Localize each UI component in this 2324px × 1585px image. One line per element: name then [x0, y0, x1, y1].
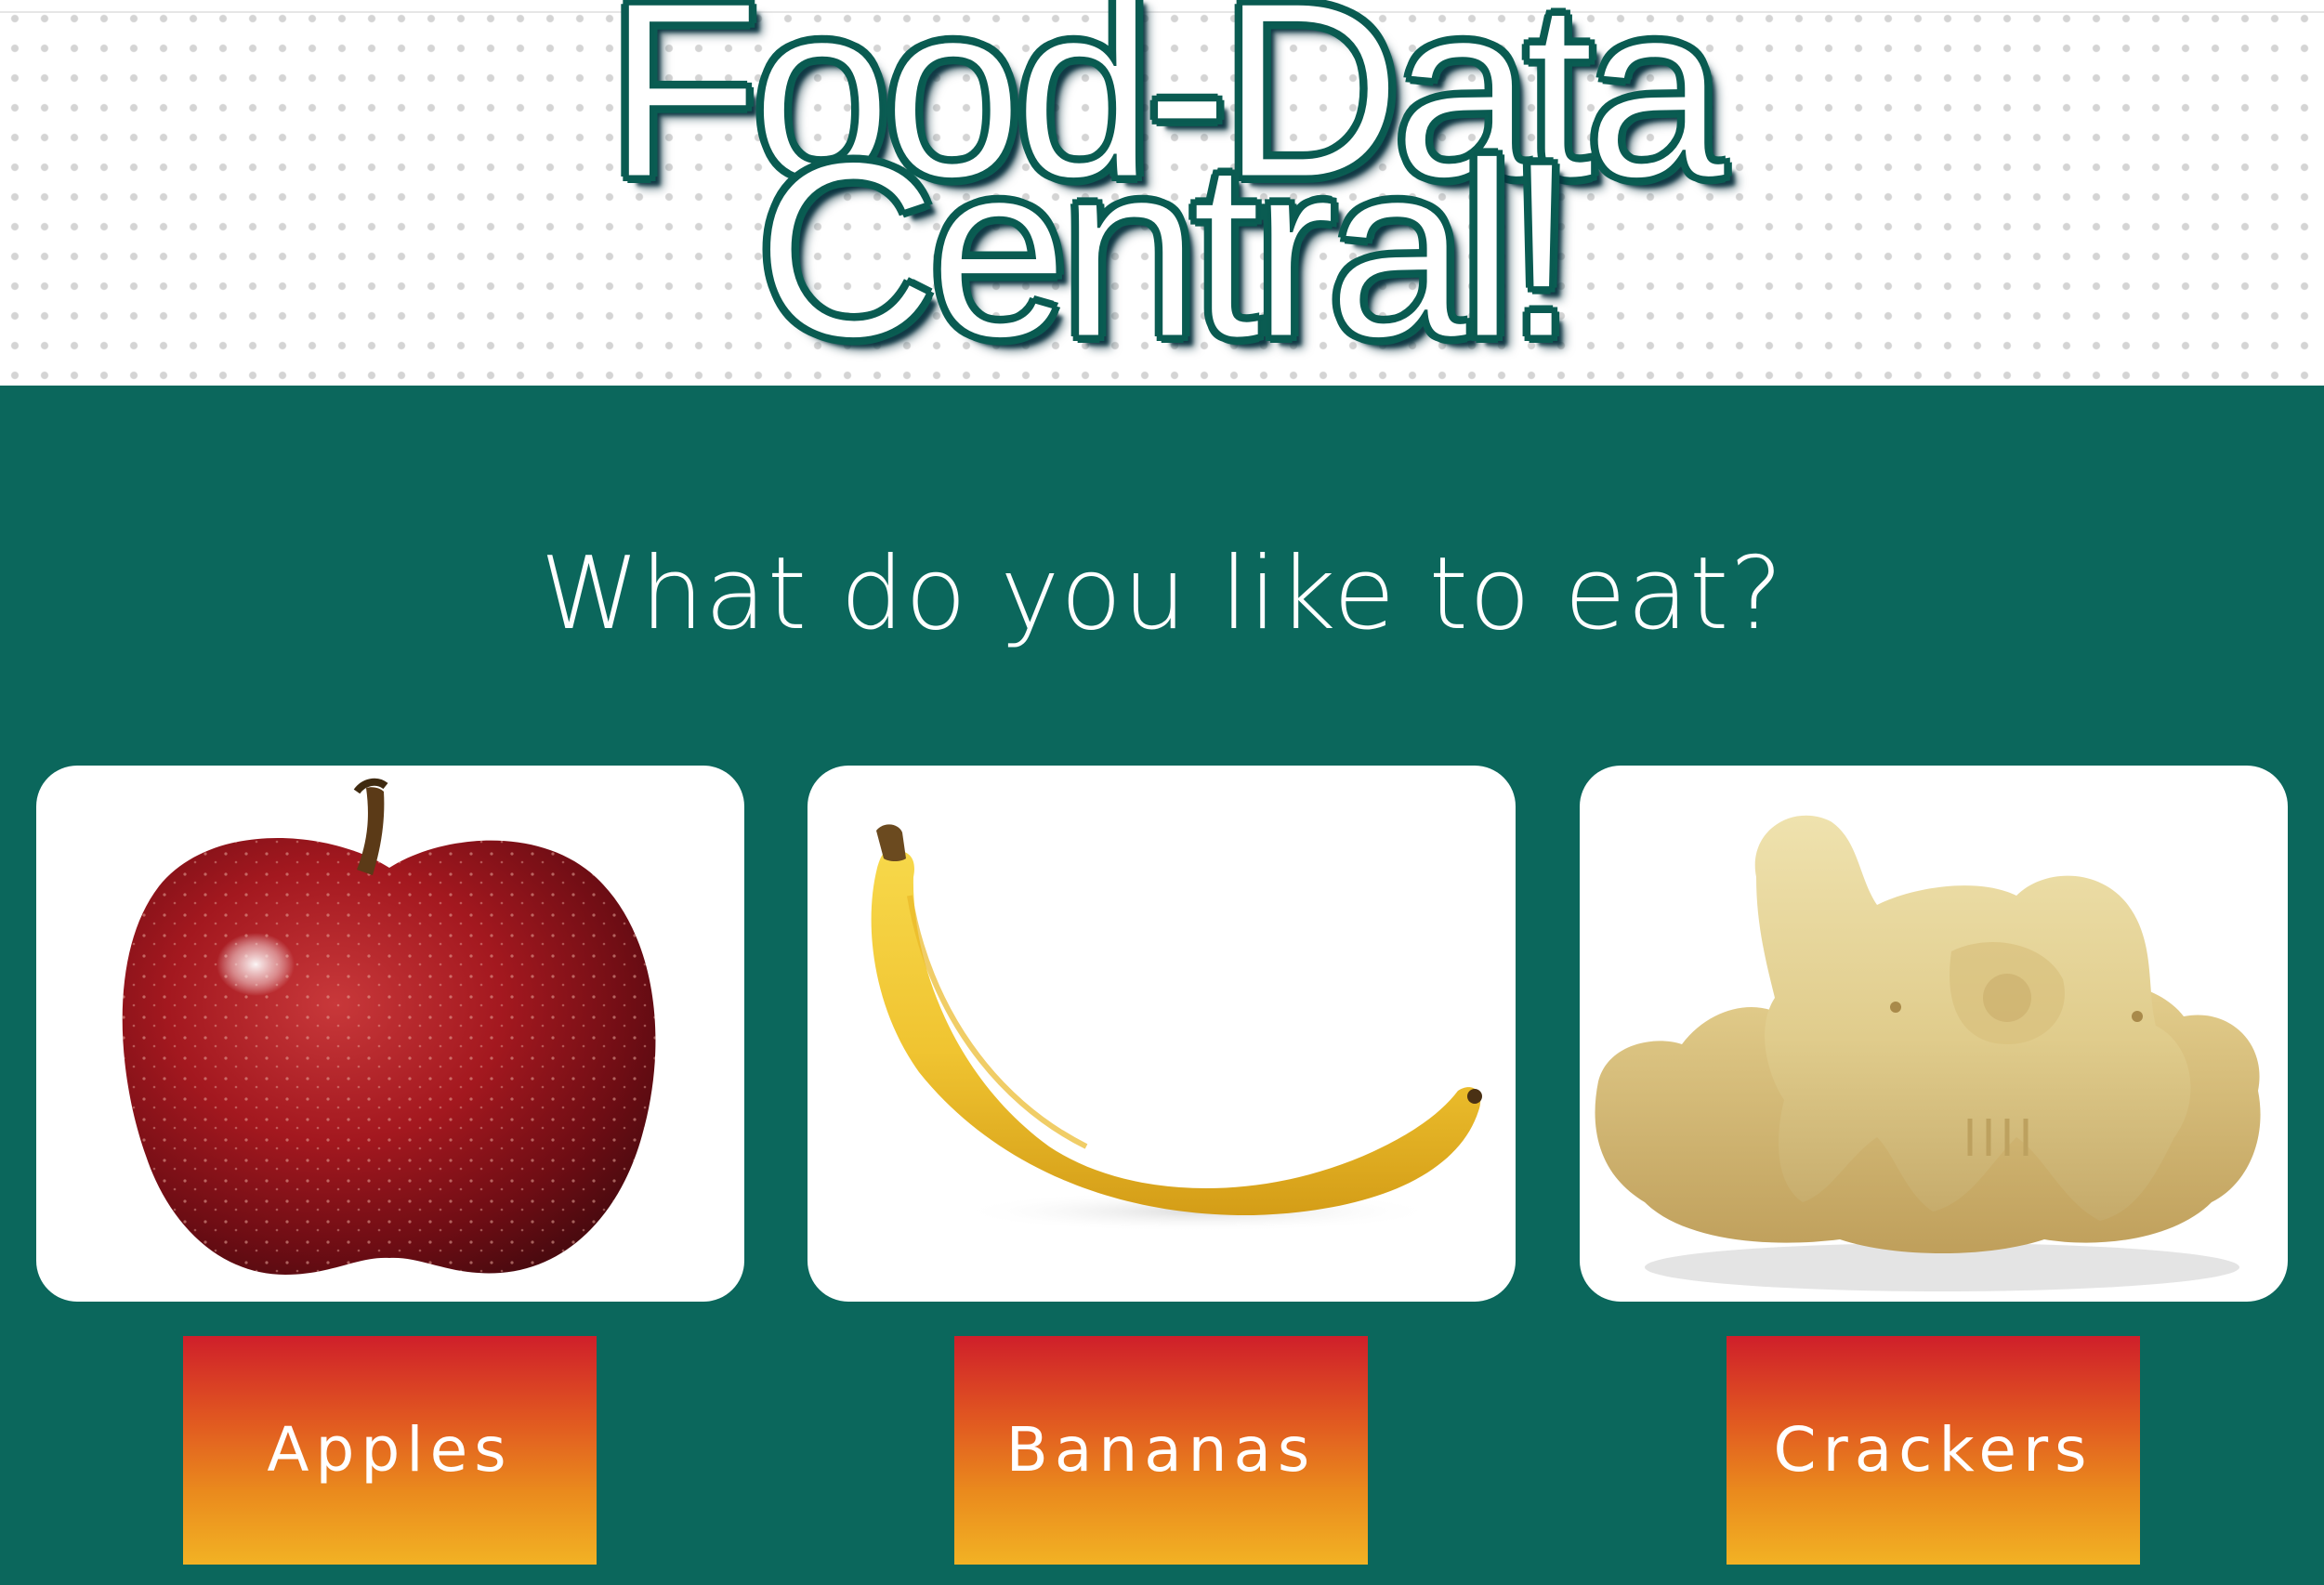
banana-card: [807, 766, 1516, 1302]
page-subtitle: What do you like to eat?: [540, 536, 1784, 652]
apple-image: [122, 778, 656, 1275]
bananas-button[interactable]: Bananas: [954, 1336, 1368, 1565]
apple-card: [36, 766, 744, 1302]
apples-button[interactable]: Apples: [183, 1336, 597, 1565]
page-title-line-2: Central!: [755, 111, 1577, 390]
banana-image: [871, 824, 1482, 1232]
crackers-card: [1580, 766, 2288, 1302]
page-title: Food-Data Central!: [0, 0, 2324, 390]
crackers-button[interactable]: Crackers: [1727, 1336, 2140, 1565]
crackers-image: [1595, 815, 2261, 1291]
